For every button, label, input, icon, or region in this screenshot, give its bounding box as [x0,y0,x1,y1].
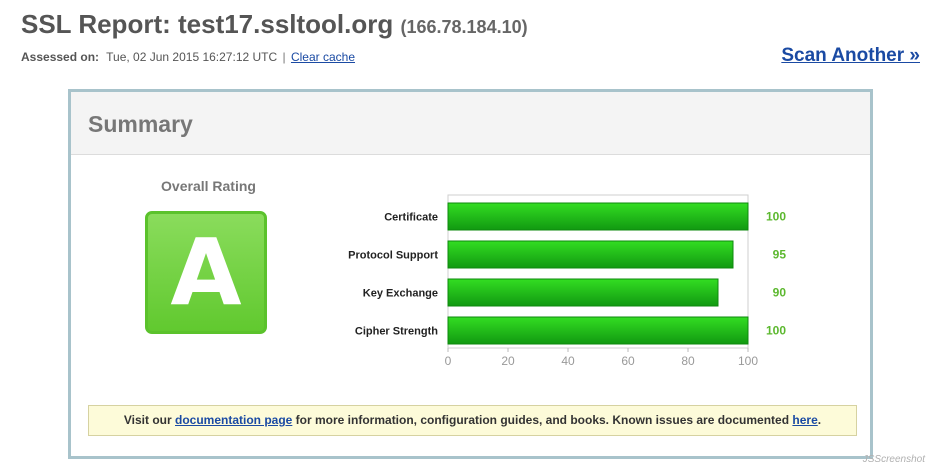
watermark: JSScreenshot [862,454,925,465]
host-ip: (166.78.184.10) [400,17,528,37]
category-label: Protocol Support [348,250,438,262]
value-label: 95 [773,248,787,262]
notice-text-3: . [817,413,822,427]
documentation-notice: Visit our documentation page for more in… [88,405,857,436]
assessed-value: Tue, 02 Jun 2015 16:27:12 UTC [106,50,278,64]
notice-text-1: Visit our [123,413,175,427]
known-issues-link[interactable]: here [792,413,817,427]
bar-certificate [447,202,749,231]
bar-protocol-support [447,240,734,269]
clear-cache-link[interactable]: Clear cache [291,50,355,64]
documentation-page-link[interactable]: documentation page [175,413,292,427]
rating-chart-svg: Certificate 100 Protocol Support 95 Key Exch… [348,194,787,368]
scan-another-link[interactable]: Scan Another » [781,45,920,67]
category-label: Cipher Strength [355,326,438,338]
value-label: 100 [766,324,786,338]
summary-panel: Summary Overall Rating A Certificate 100 P… [68,89,873,459]
assessed-label: Assessed on: [21,50,100,64]
category-label: Key Exchange [363,288,438,300]
bar-cipher-strength [447,316,749,345]
assessed-line: Assessed on: Tue, 02 Jun 2015 16:27:12 U… [21,50,355,64]
title-prefix: SSL Report: [21,9,178,39]
category-label: Certificate [384,212,438,224]
bar-key-exchange [447,278,719,307]
x-tick-label: 100 [738,354,758,368]
report-title: SSL Report: test17.ssltool.org (166.78.1… [21,9,528,40]
value-label: 100 [766,210,786,224]
separator: | [282,50,286,64]
x-tick-label: 20 [501,354,515,368]
notice-text-2: for more information, configuration guid… [292,413,793,427]
x-tick-label: 40 [561,354,575,368]
x-tick-label: 0 [445,354,452,368]
value-label: 90 [773,286,787,300]
x-tick-label: 60 [621,354,635,368]
host-name: test17.ssltool.org [177,9,394,39]
x-tick-label: 80 [681,354,695,368]
